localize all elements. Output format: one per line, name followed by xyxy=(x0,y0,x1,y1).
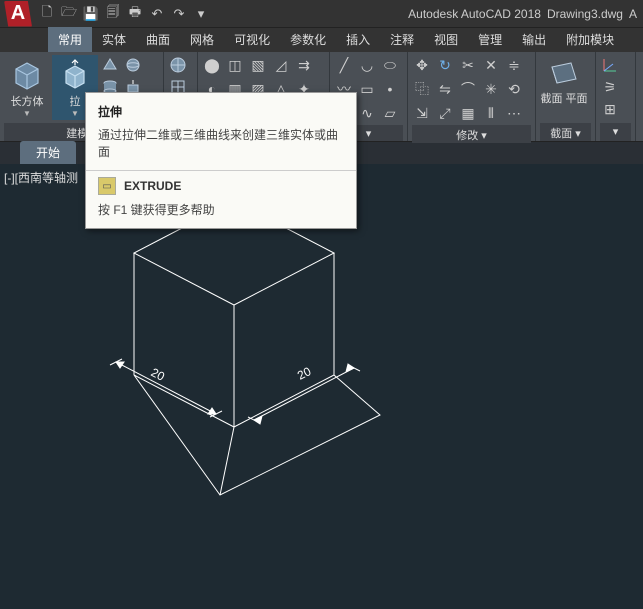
tab-insert[interactable]: 插入 xyxy=(336,27,380,52)
ucs-icon[interactable] xyxy=(600,55,620,75)
tab-solid[interactable]: 实体 xyxy=(92,27,136,52)
dimension-2: 20 xyxy=(295,364,314,383)
panel-section-title[interactable]: 截面 ▾ xyxy=(540,123,591,141)
extrude-label: 拉 xyxy=(70,93,81,109)
trim-icon[interactable]: ✂ xyxy=(458,55,478,75)
tooltip-help: 按 F1 键获得更多帮助 xyxy=(98,201,344,218)
tooltip-command: EXTRUDE xyxy=(124,179,181,193)
rotate-icon[interactable]: ↻ xyxy=(435,55,455,75)
app-title: Autodesk AutoCAD 2018 xyxy=(408,7,541,21)
ucs3-icon[interactable]: ⊞ xyxy=(600,99,620,119)
ribbon-tabs: 常用 实体 曲面 网格 可视化 参数化 插入 注释 视图 管理 输出 附加模块 xyxy=(0,28,643,52)
fillet-icon[interactable]: ⌒ xyxy=(458,79,478,99)
tooltip-title: 拉伸 xyxy=(98,103,344,120)
tab-home[interactable]: 常用 xyxy=(48,27,92,52)
slice-icon[interactable]: ◫ xyxy=(225,55,245,75)
panel-modify: ✥ ⿻ ⇲ ↻ ⇋ ⤢ ✂ ⌒ ▦ ✕ ✳ ⫴ ≑ ⟲ ⋯ 修改 ▾ xyxy=(408,52,536,141)
panel-coord-title[interactable]: ▾ xyxy=(600,123,631,141)
rect-icon[interactable]: ▭ xyxy=(357,79,377,99)
chevron-down-icon: ▼ xyxy=(71,109,79,118)
tab-mesh[interactable]: 网格 xyxy=(180,27,224,52)
model-scene: 20 20 xyxy=(0,165,643,609)
arc-icon[interactable]: ◡ xyxy=(357,55,377,75)
tab-manage[interactable]: 管理 xyxy=(468,27,512,52)
file-name: Drawing3.dwg xyxy=(547,7,623,21)
plot-icon[interactable]: 🖶 xyxy=(126,5,144,23)
copy-icon[interactable]: ⿻ xyxy=(412,79,432,99)
dimension-1: 20 xyxy=(149,365,168,384)
tab-addins[interactable]: 附加模块 xyxy=(556,27,624,52)
tab-visualize[interactable]: 可视化 xyxy=(224,27,280,52)
explode-icon[interactable]: ✳ xyxy=(481,79,501,99)
titlebar: A 🗋 🗁 💾 🗐 🖶 ↶ ↷ ▾ Autodesk AutoCAD 2018 … xyxy=(0,0,643,28)
move-icon[interactable]: ✥ xyxy=(412,55,432,75)
stretch-icon[interactable]: ⇲ xyxy=(412,103,432,123)
extract-icon[interactable]: ▧ xyxy=(248,55,268,75)
line-icon[interactable]: ╱ xyxy=(334,55,354,75)
separate-icon[interactable]: ⇉ xyxy=(294,55,314,75)
tab-output[interactable]: 输出 xyxy=(512,27,556,52)
quick-access-toolbar: 🗋 🗁 💾 🗐 🖶 ↶ ↷ ▾ xyxy=(38,5,210,23)
mirror-icon[interactable]: ⇋ xyxy=(435,79,455,99)
tooltip: 拉伸 通过拉伸二维或三维曲线来创建三维实体或曲面 ▭ EXTRUDE 按 F1 … xyxy=(85,92,357,229)
region-icon[interactable]: ▱ xyxy=(380,103,400,123)
section-plane-button[interactable]: 截面 平面 xyxy=(540,55,588,107)
point-icon[interactable]: • xyxy=(380,79,400,99)
tab-annotate[interactable]: 注释 xyxy=(380,27,424,52)
tooltip-desc: 通过拉伸二维或三维曲线来创建三维实体或曲面 xyxy=(98,126,344,160)
erase-icon[interactable]: ✕ xyxy=(481,55,501,75)
command-icon: ▭ xyxy=(98,177,116,195)
chamfer-edge-icon[interactable]: ◿ xyxy=(271,55,291,75)
panel-section: 截面 平面 截面 ▾ xyxy=(536,52,596,141)
tab-parametric[interactable]: 参数化 xyxy=(280,27,336,52)
new-icon[interactable]: 🗋 xyxy=(38,5,56,23)
section-plane-label: 截面 平面 xyxy=(540,93,587,105)
smooth-icon[interactable] xyxy=(168,55,188,75)
ellipse-icon[interactable]: ⬭ xyxy=(380,55,400,75)
spline-icon[interactable]: ∿ xyxy=(357,103,377,123)
scale-icon[interactable]: ⤢ xyxy=(435,103,455,123)
ucs2-icon[interactable]: ⚞ xyxy=(600,77,620,97)
array-icon[interactable]: ▦ xyxy=(458,103,478,123)
section-plane-icon xyxy=(547,57,581,91)
tab-view[interactable]: 视图 xyxy=(424,27,468,52)
box-label: 长方体 xyxy=(11,93,44,109)
box-button[interactable]: 长方体 ▼ xyxy=(4,55,50,120)
redo-icon[interactable]: ↷ xyxy=(170,5,188,23)
app-logo[interactable]: A xyxy=(4,1,32,27)
viewport[interactable]: [-][西南等轴测 20 xyxy=(0,165,643,609)
panel-modify-title[interactable]: 修改 ▾ xyxy=(412,125,531,143)
union-icon[interactable]: ⬤ xyxy=(202,55,222,75)
open-icon[interactable]: 🗁 xyxy=(60,5,78,23)
chevron-down-icon: ▼ xyxy=(23,109,31,118)
saveas-icon[interactable]: 🗐 xyxy=(104,5,122,23)
save-icon[interactable]: 💾 xyxy=(82,5,100,23)
offset2-icon[interactable]: ⫴ xyxy=(481,103,501,123)
tab-start[interactable]: 开始 xyxy=(20,141,76,164)
rotate3d-icon[interactable]: ⟲ xyxy=(504,79,524,99)
align-icon[interactable]: ≑ xyxy=(504,55,524,75)
title-tail: A xyxy=(629,7,637,21)
polysolid-icon[interactable] xyxy=(100,55,120,75)
arraypath-icon[interactable]: ⋯ xyxy=(504,103,524,123)
box-icon xyxy=(10,57,44,91)
undo-icon[interactable]: ↶ xyxy=(148,5,166,23)
sphere-icon[interactable] xyxy=(123,55,143,75)
tab-surface[interactable]: 曲面 xyxy=(136,27,180,52)
qat-more-icon[interactable]: ▾ xyxy=(192,5,210,23)
extrude-icon xyxy=(58,57,92,91)
panel-coord: ⚞ ⊞ ▾ xyxy=(596,52,636,141)
